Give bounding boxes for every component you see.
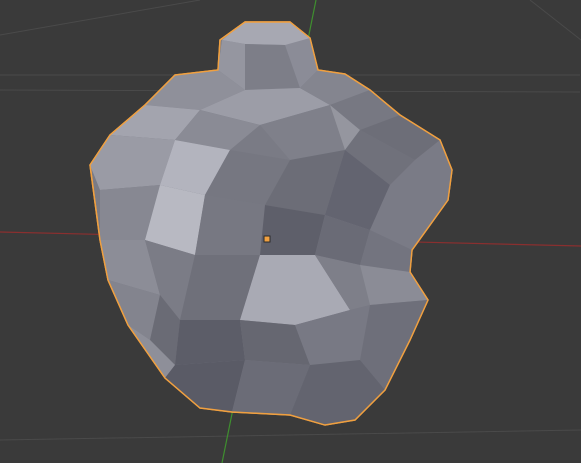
3d-viewport[interactable]: [0, 0, 581, 463]
viewport-canvas[interactable]: [0, 0, 581, 463]
object-origin-icon[interactable]: [263, 235, 271, 243]
mesh-object[interactable]: [89, 21, 453, 426]
